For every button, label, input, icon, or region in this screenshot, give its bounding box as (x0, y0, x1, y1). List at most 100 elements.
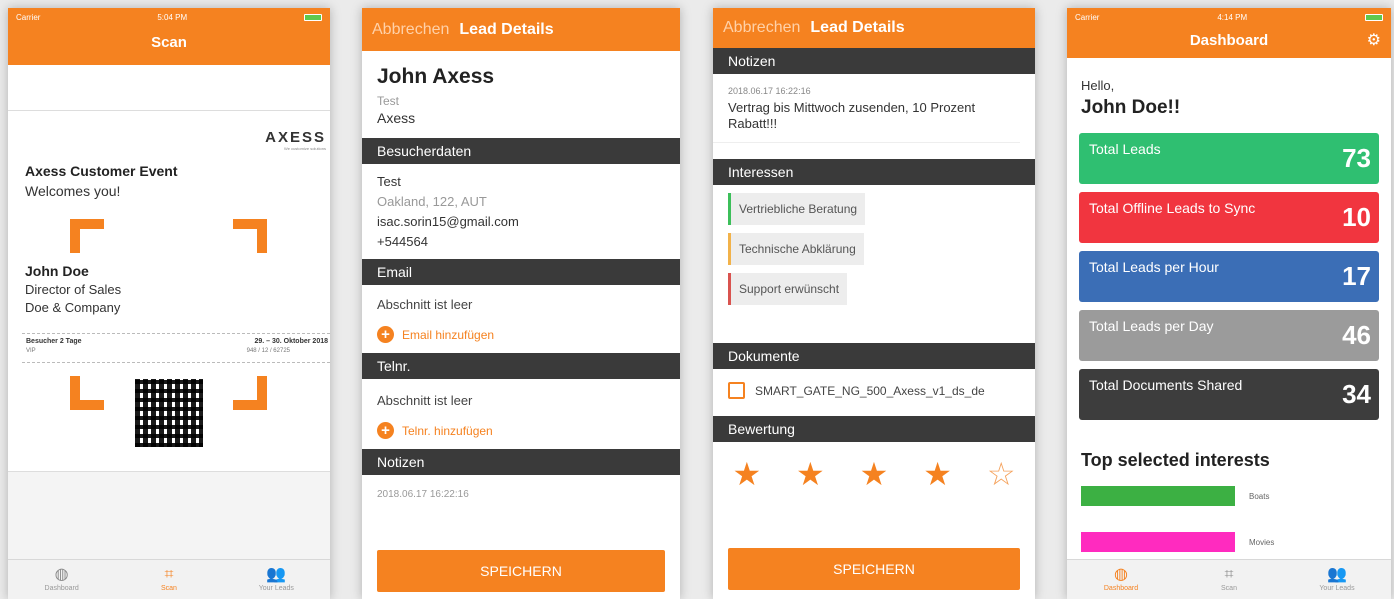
lead-header: Abbrechen Lead Details (713, 8, 1035, 48)
section-notes: Notizen (362, 449, 680, 475)
person-name: John Doe (25, 263, 89, 279)
interest-list: Vertriebliche Beratung Technische Abklär… (713, 185, 1035, 333)
stats-list: Total Leads 73 Total Offline Leads to Sy… (1067, 133, 1391, 420)
interest-bar-label: Boats (1249, 491, 1270, 501)
scan-corner-br-icon (233, 376, 267, 410)
cancel-button[interactable]: Abbrechen (723, 19, 800, 37)
gear-icon[interactable]: ⚙ (1367, 30, 1381, 50)
interest-tag[interactable]: Vertriebliche Beratung (728, 193, 866, 225)
star-icon[interactable]: ★ (732, 456, 761, 492)
section-visitor: Besucherdaten (362, 138, 680, 164)
dashboard-icon: ◍ (54, 566, 69, 583)
interest-tag[interactable]: Support erwünscht (728, 273, 848, 305)
section-notes: Notizen (713, 48, 1035, 74)
scan-corner-tl-icon (70, 219, 104, 253)
person-title: Director of Sales (25, 282, 122, 297)
tab-bar: ◍ Dashboard ⌗ Scan 👥 Your Leads (8, 559, 330, 599)
lead-details-scrolled-screen: Abbrechen Lead Details Notizen 2018.06.1… (713, 8, 1035, 599)
stat-leads-per-day[interactable]: Total Leads per Day 46 (1079, 310, 1379, 361)
plus-icon: + (377, 326, 394, 343)
save-button[interactable]: SPEICHERN (728, 548, 1020, 590)
dashboard-header: Carrier 4:14 PM Dashboard ⚙ (1067, 8, 1391, 58)
battery-icon (1365, 13, 1383, 21)
interests-title: Top selected interests (1081, 450, 1270, 470)
dashboard-screen: Carrier 4:14 PM Dashboard ⚙ Hello, John … (1067, 8, 1391, 599)
save-button-wrap: SPEICHERN (728, 548, 1020, 590)
document-name: SMART_GATE_NG_500_Axess_v1_ds_de (755, 383, 985, 398)
lead-header: Abbrechen Lead Details (362, 8, 680, 51)
status-carrier: Carrier (16, 12, 41, 22)
save-button-wrap: SPEICHERN (377, 550, 665, 592)
status-carrier: Carrier (1075, 12, 1100, 22)
tab-scan[interactable]: ⌗ Scan (115, 560, 222, 599)
scan-corner-tr-icon (233, 219, 267, 253)
visitor-email: isac.sorin15@gmail.com (377, 214, 519, 229)
star-rating[interactable]: ★ ★ ★ ★ ☆ (713, 442, 1035, 492)
section-documents: Dokumente (713, 343, 1035, 369)
status-bar: Carrier 5:04 PM (8, 8, 330, 26)
scan-screen: Carrier 5:04 PM Scan AXESS We customize … (8, 8, 330, 599)
section-phone: Telnr. (362, 353, 680, 379)
greeting-hello: Hello, (1081, 78, 1115, 93)
visitor-phone: +544564 (377, 234, 428, 249)
qr-code-icon (135, 379, 203, 447)
tab-dashboard[interactable]: ◍ Dashboard (8, 560, 115, 599)
scan-icon: ⌗ (1224, 566, 1234, 583)
checkbox-icon[interactable] (728, 382, 745, 399)
lead-summary: John Axess Test Axess (362, 51, 680, 126)
stat-leads-per-hour[interactable]: Total Leads per Hour 17 (1079, 251, 1379, 302)
add-phone-button[interactable]: + Telnr. hinzufügen (377, 422, 665, 439)
lead-company: Axess (377, 110, 416, 126)
lead-details-screen: Abbrechen Lead Details John Axess Test A… (362, 8, 680, 599)
leads-icon: 👥 (266, 566, 287, 583)
greeting-user: John Doe!! (1081, 97, 1181, 118)
scan-icon: ⌗ (164, 566, 174, 583)
dashboard-icon: ◍ (1114, 566, 1128, 583)
star-icon[interactable]: ★ (860, 456, 889, 492)
section-email: Email (362, 259, 680, 285)
save-button[interactable]: SPEICHERN (377, 550, 665, 592)
scan-viewfinder-top (8, 65, 330, 115)
interest-bar-label: Movies (1249, 537, 1275, 547)
lead-name: John Axess (377, 65, 495, 88)
add-email-button[interactable]: + Email hinzufügen (377, 326, 665, 343)
tab-dashboard[interactable]: ◍ Dashboard (1067, 560, 1175, 599)
status-time: 4:14 PM (1217, 12, 1248, 22)
event-title: Axess Customer Event (25, 163, 178, 179)
note-item: 2018.06.17 16:22:16 Vertrag bis Mittwoch… (713, 74, 1020, 143)
interest-bar-row: Boats (1081, 485, 1377, 507)
battery-icon (304, 13, 322, 21)
page-title: Scan (151, 34, 187, 51)
status-time: 5:04 PM (157, 12, 188, 22)
tab-your-leads[interactable]: 👥 Your Leads (1283, 560, 1391, 599)
interest-bar-row: Movies (1081, 531, 1377, 553)
ticket-preview: AXESS We customize solutions Axess Custo… (8, 110, 330, 472)
tab-scan[interactable]: ⌗ Scan (1175, 560, 1283, 599)
greeting: Hello, John Doe!! (1067, 58, 1391, 119)
star-icon[interactable]: ★ (923, 456, 952, 492)
cancel-button[interactable]: Abbrechen (372, 21, 449, 39)
visitor-address: Oakland, 122, AUT (377, 194, 487, 209)
plus-icon: + (377, 422, 394, 439)
page-title: Dashboard (1189, 32, 1269, 49)
interest-tag[interactable]: Technische Abklärung (728, 233, 864, 265)
star-icon[interactable]: ★ (796, 456, 825, 492)
tab-bar: ◍ Dashboard ⌗ Scan 👥 Your Leads (1067, 559, 1391, 599)
phone-section-body: Abschnitt ist leer + Telnr. hinzufügen (362, 379, 680, 449)
lead-subtitle: Test (377, 94, 400, 108)
person-company: Doe & Company (25, 300, 121, 315)
stat-documents-shared[interactable]: Total Documents Shared 34 (1079, 369, 1379, 420)
page-title: Lead Details (810, 19, 905, 36)
stat-offline-leads[interactable]: Total Offline Leads to Sync 10 (1079, 192, 1379, 243)
event-subtitle: Welcomes you! (25, 183, 121, 199)
scan-corner-bl-icon (70, 376, 104, 410)
stat-total-leads[interactable]: Total Leads 73 (1079, 133, 1379, 184)
interests-chart: Boats Movies (1067, 471, 1391, 553)
scan-header: Carrier 5:04 PM Scan (8, 8, 330, 65)
star-icon[interactable]: ☆ (987, 456, 1016, 492)
visitor-name: Test (377, 174, 401, 189)
document-item[interactable]: SMART_GATE_NG_500_Axess_v1_ds_de (713, 369, 1035, 412)
tab-your-leads[interactable]: 👥 Your Leads (223, 560, 330, 599)
ticket-info-row: Besucher 2 Tage VIP 29. – 30. Oktober 20… (22, 333, 330, 363)
section-interests: Interessen (713, 159, 1035, 185)
